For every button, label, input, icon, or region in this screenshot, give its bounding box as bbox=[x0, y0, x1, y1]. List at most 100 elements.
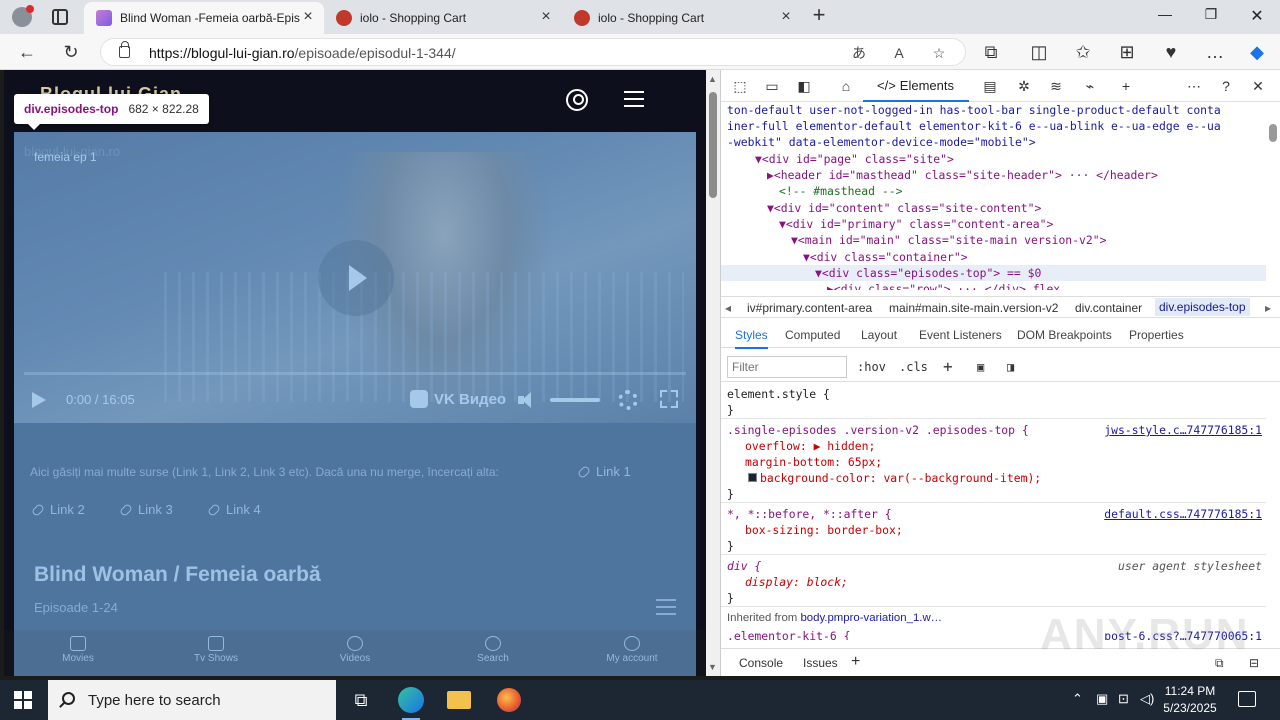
element-style-rule[interactable]: element.style { bbox=[727, 386, 830, 402]
dom-line[interactable]: ton-default user-not-logged-in has-tool-… bbox=[727, 102, 1221, 118]
new-tab-button[interactable]: + bbox=[808, 4, 830, 27]
user-account-icon[interactable] bbox=[566, 89, 588, 111]
device-toolbar-icon[interactable]: ▭ bbox=[763, 77, 781, 95]
system-clock[interactable]: 11:24 PM 5/23/2025 bbox=[1150, 683, 1230, 717]
tab-elements[interactable]: </> Elements bbox=[863, 70, 969, 102]
scroll-up-icon[interactable]: ▲ bbox=[708, 74, 717, 84]
copilot-icon[interactable]: ◆ bbox=[1246, 41, 1268, 63]
tray-expand-icon[interactable]: ⌃ bbox=[1072, 691, 1083, 707]
tab-styles[interactable]: Styles bbox=[735, 328, 768, 349]
close-tab-icon[interactable]: × bbox=[300, 9, 316, 26]
close-devtools-icon[interactable]: ✕ bbox=[1249, 77, 1267, 95]
network-icon[interactable]: ⊡ bbox=[1118, 691, 1129, 707]
video-player[interactable]: blogul-lui-gian.ro femeia ep 1 0:00 / 16… bbox=[14, 132, 696, 423]
cls-button[interactable]: .cls bbox=[899, 360, 928, 374]
nav-my-account[interactable]: My account bbox=[592, 636, 672, 664]
minimize-button[interactable]: — bbox=[1154, 6, 1176, 26]
css-property[interactable]: background-color: var(--background-item)… bbox=[745, 470, 1041, 486]
rule-selector[interactable]: *, *::before, *::after { bbox=[727, 506, 892, 522]
add-drawer-tab-icon[interactable]: + bbox=[851, 653, 860, 671]
favorites-bar-icon[interactable]: ✩ bbox=[1072, 41, 1094, 63]
breadcrumb-item-active[interactable]: div.episodes-top bbox=[1155, 298, 1250, 316]
close-drawer-icon[interactable]: ⊟ bbox=[1249, 656, 1259, 670]
tray-app-icon[interactable]: ▣ bbox=[1096, 691, 1108, 707]
nav-search[interactable]: Search bbox=[453, 636, 533, 664]
link-3[interactable]: Link 3 bbox=[118, 502, 173, 517]
hov-button[interactable]: :hov bbox=[857, 360, 886, 374]
tab-iolo-cart-2[interactable]: iolo - Shopping Cart × bbox=[562, 2, 802, 34]
windows-start-icon[interactable] bbox=[14, 691, 32, 709]
devtools-more-icon[interactable]: ⋯ bbox=[1185, 77, 1203, 95]
close-tab-icon[interactable]: × bbox=[778, 9, 794, 26]
notification-icon[interactable] bbox=[1238, 691, 1256, 707]
breadcrumb-left-icon[interactable]: ◂ bbox=[725, 301, 731, 315]
dom-line[interactable]: ▼<div id="page" class="site"> bbox=[755, 151, 954, 167]
dom-line[interactable]: ▼<div id="content" class="site-content"> bbox=[767, 200, 1041, 216]
dom-line[interactable]: ▼<div class="container"> bbox=[803, 249, 968, 265]
tab-properties[interactable]: Properties bbox=[1129, 328, 1184, 342]
rule-source-link[interactable]: default.css…747776185:1 bbox=[1104, 506, 1262, 522]
dom-line[interactable]: ▼<div id="primary" class="content-area"> bbox=[779, 216, 1053, 232]
css-property[interactable]: box-sizing: border-box; bbox=[745, 522, 903, 538]
console-icon[interactable]: ▤ bbox=[981, 77, 999, 95]
tab-computed[interactable]: Computed bbox=[785, 328, 840, 342]
css-property[interactable]: margin-bottom: 65px; bbox=[745, 454, 882, 470]
edge-app-icon[interactable] bbox=[396, 686, 426, 720]
extensions-icon[interactable]: ⧉ bbox=[980, 41, 1002, 63]
link-2[interactable]: Link 2 bbox=[30, 502, 85, 517]
link-1[interactable]: Link 1 bbox=[576, 464, 631, 479]
dom-line[interactable]: ▼<main id="main" class="site-main versio… bbox=[791, 232, 1106, 248]
split-screen-icon[interactable]: ◫ bbox=[1028, 41, 1050, 63]
link-4[interactable]: Link 4 bbox=[206, 502, 261, 517]
file-explorer-icon[interactable] bbox=[444, 686, 474, 714]
translate-icon[interactable]: あ bbox=[849, 43, 869, 63]
breadcrumb-right-icon[interactable]: ▸ bbox=[1265, 301, 1271, 315]
play-big-icon[interactable] bbox=[318, 240, 394, 316]
tab-blind-woman[interactable]: Blind Woman -Femeia oarbă-Episodul 1 × bbox=[84, 2, 324, 34]
tab-event-listeners[interactable]: Event Listeners bbox=[919, 328, 1002, 342]
nav-videos[interactable]: Videos bbox=[315, 636, 395, 664]
more-icon[interactable]: … bbox=[1204, 41, 1226, 63]
dom-scrollbar-thumb[interactable] bbox=[1269, 124, 1277, 142]
tab-console[interactable]: Console bbox=[739, 656, 783, 670]
rule-selector[interactable]: .single-episodes .version-v2 .episodes-t… bbox=[727, 422, 1029, 438]
filter-input[interactable] bbox=[727, 356, 847, 378]
favorite-icon[interactable]: ☆ bbox=[929, 43, 949, 63]
dom-scrollbar[interactable] bbox=[1266, 102, 1280, 290]
dom-line-selected[interactable]: ▼<div class="episodes-top"> == $0 bbox=[721, 265, 1266, 282]
address-bar[interactable]: https://blogul-lui-gian.ro/episoade/epis… bbox=[100, 38, 966, 66]
tab-dom-breakpoints[interactable]: DOM Breakpoints bbox=[1017, 328, 1112, 342]
dom-line[interactable]: ▶<header id="masthead" class="site-heade… bbox=[767, 167, 1158, 183]
dom-line[interactable]: ▶<div class="row"> ··· </div> flex bbox=[827, 281, 1060, 290]
dock-side-icon[interactable]: ◧ bbox=[795, 77, 813, 95]
more-tools-icon[interactable]: + bbox=[1117, 77, 1135, 95]
breadcrumb-item[interactable]: main#main.site-main.version-v2 bbox=[889, 301, 1058, 315]
performance-icon[interactable]: ♥ bbox=[1160, 41, 1182, 63]
nav-movies[interactable]: Movies bbox=[38, 636, 118, 664]
css-property[interactable]: overflow: ▶ hidden; bbox=[745, 438, 875, 454]
breadcrumb-item[interactable]: iv#primary.content-area bbox=[747, 301, 872, 315]
settings-gear-icon[interactable] bbox=[618, 390, 638, 410]
volume-icon[interactable] bbox=[518, 392, 538, 408]
scrollbar-thumb[interactable] bbox=[709, 92, 717, 198]
restore-button[interactable]: ❐ bbox=[1200, 6, 1222, 26]
hamburger-menu-icon[interactable] bbox=[624, 91, 644, 107]
tab-layout[interactable]: Layout bbox=[861, 328, 897, 342]
help-icon[interactable]: ? bbox=[1217, 77, 1235, 95]
color-swatch[interactable] bbox=[748, 473, 757, 482]
dom-line[interactable]: -webkit" data-elementor-device-mode="mob… bbox=[727, 134, 1036, 150]
close-window-button[interactable]: ✕ bbox=[1246, 6, 1268, 26]
volume-slider[interactable] bbox=[550, 398, 600, 402]
nav-tv-shows[interactable]: Tv Shows bbox=[176, 636, 256, 664]
breadcrumb-item[interactable]: div.container bbox=[1075, 301, 1142, 315]
play-icon[interactable] bbox=[32, 392, 46, 408]
vk-video-label[interactable]: VK Видео bbox=[434, 388, 506, 412]
inspect-element-icon[interactable]: ⬚ bbox=[731, 77, 749, 95]
refresh-icon[interactable]: ↻ bbox=[60, 41, 82, 63]
close-tab-icon[interactable]: × bbox=[538, 9, 554, 26]
sidebar-toggle-icon[interactable]: ◨ bbox=[1007, 360, 1014, 374]
rule-selector[interactable]: div { bbox=[727, 558, 761, 574]
profile-avatar[interactable] bbox=[12, 5, 34, 27]
tab-iolo-cart-1[interactable]: iolo - Shopping Cart × bbox=[324, 2, 562, 34]
lock-icon[interactable] bbox=[119, 41, 130, 58]
